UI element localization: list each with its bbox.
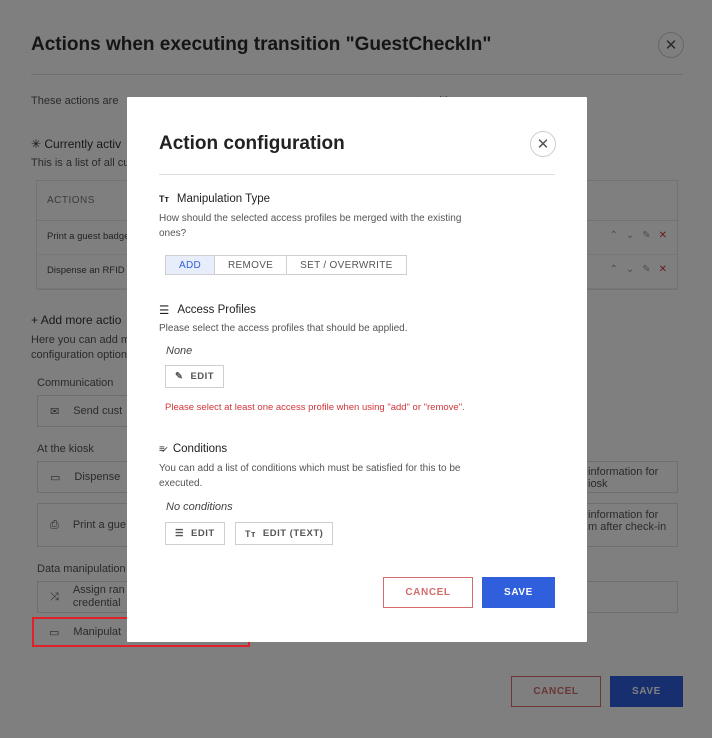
conditions-value: No conditions <box>166 501 233 513</box>
list-icon: ☰ <box>159 305 170 317</box>
conditions-edit-button[interactable]: ☰ EDIT <box>165 522 225 545</box>
manipulation-type-label: Tт Manipulation Type <box>159 193 271 205</box>
option-remove[interactable]: REMOVE <box>215 256 288 274</box>
text-type-icon: Tт <box>159 194 169 204</box>
conditions-icon: ≡̷ <box>159 443 165 455</box>
option-add[interactable]: ADD <box>166 256 216 274</box>
access-profiles-edit-button[interactable]: ✎ EDIT <box>165 365 225 388</box>
dialog-close-button[interactable]: ✕ <box>530 131 556 157</box>
dialog-divider <box>159 174 555 175</box>
list-icon: ☰ <box>175 528 185 539</box>
access-profiles-desc: Please select the access profiles that s… <box>159 323 408 334</box>
access-profiles-label: ☰ Access Profiles <box>159 304 256 317</box>
dialog-cancel-button[interactable]: CANCEL <box>383 577 473 608</box>
manipulation-type-selector: ADD REMOVE SET / OVERWRITE <box>165 255 407 275</box>
option-set-overwrite[interactable]: SET / OVERWRITE <box>287 256 405 274</box>
access-profiles-value: None <box>166 345 193 357</box>
dialog-save-button[interactable]: SAVE <box>482 577 555 608</box>
action-configuration-dialog: Action configuration ✕ Tт Manipulation Ty… <box>127 97 587 642</box>
conditions-edit-text-button[interactable]: Tт EDIT (TEXT) <box>235 522 334 545</box>
dialog-title: Action configuration <box>159 133 345 154</box>
pencil-icon: ✎ <box>175 371 184 382</box>
text-type-icon: Tт <box>245 528 256 539</box>
access-profiles-error: Please select at least one access profil… <box>165 402 465 413</box>
conditions-label: ≡̷ Conditions <box>159 443 228 455</box>
close-icon: ✕ <box>536 136 550 153</box>
conditions-desc: You can add a list of conditions which m… <box>159 463 461 489</box>
manipulation-type-desc: How should the selected access profiles … <box>159 213 462 239</box>
